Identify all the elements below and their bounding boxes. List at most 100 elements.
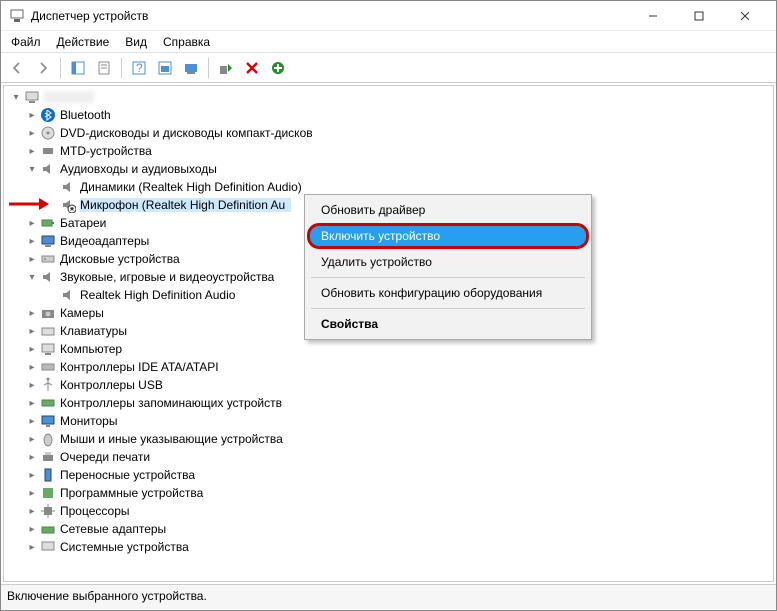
title-bar: Диспетчер устройств — [1, 1, 776, 31]
expand-icon[interactable]: ▸ — [26, 325, 38, 337]
annotation-arrow-icon — [7, 196, 51, 212]
expand-icon[interactable]: ▸ — [26, 487, 38, 499]
ide-icon — [40, 359, 56, 375]
toolbar: ? — [1, 53, 776, 83]
tree-item-bluetooth[interactable]: ▸Bluetooth — [4, 106, 773, 124]
uninstall-button[interactable] — [240, 56, 264, 80]
maximize-button[interactable] — [676, 1, 722, 31]
system-device-icon — [40, 539, 56, 555]
expand-icon[interactable]: ▸ — [26, 379, 38, 391]
cpu-icon — [40, 503, 56, 519]
expand-icon[interactable]: ▸ — [26, 307, 38, 319]
dvd-icon — [40, 125, 56, 141]
mouse-icon — [40, 431, 56, 447]
collapse-icon[interactable]: ▾ — [26, 271, 38, 283]
battery-icon — [40, 215, 56, 231]
printer-icon — [40, 449, 56, 465]
tree-item-sys[interactable]: ▸Системные устройства — [4, 538, 773, 556]
network-icon — [40, 521, 56, 537]
forward-button[interactable] — [31, 56, 55, 80]
expand-icon[interactable]: ▸ — [26, 415, 38, 427]
display-adapter-icon — [40, 233, 56, 249]
expand-icon[interactable]: ▸ — [26, 469, 38, 481]
software-device-icon — [40, 485, 56, 501]
expand-icon[interactable]: ▸ — [26, 253, 38, 265]
tree-item-usb[interactable]: ▸Контроллеры USB — [4, 376, 773, 394]
device-manager-icon — [9, 8, 25, 24]
update-driver-button[interactable] — [179, 56, 203, 80]
status-text: Включение выбранного устройства. — [7, 589, 207, 603]
svg-text:?: ? — [136, 61, 143, 75]
ctx-separator — [311, 277, 585, 278]
computer-icon — [24, 89, 40, 105]
audio-icon — [40, 161, 56, 177]
expand-icon[interactable]: ▸ — [26, 433, 38, 445]
portable-icon — [40, 467, 56, 483]
root-label — [44, 91, 94, 103]
computer-icon — [40, 341, 56, 357]
expand-icon[interactable]: ▸ — [26, 361, 38, 373]
ctx-enable-device[interactable]: Включить устройство — [307, 223, 589, 249]
sound-icon — [40, 269, 56, 285]
tree-item-monitor[interactable]: ▸Мониторы — [4, 412, 773, 430]
ctx-update-driver[interactable]: Обновить драйвер — [307, 197, 589, 223]
expand-icon[interactable]: ▸ — [26, 397, 38, 409]
collapse-icon[interactable]: ▾ — [26, 163, 38, 175]
menu-help[interactable]: Справка — [155, 33, 218, 51]
expand-icon[interactable]: ▸ — [26, 109, 38, 121]
root-node[interactable]: ▾ — [4, 88, 773, 106]
expand-icon[interactable]: ▸ — [26, 217, 38, 229]
refresh-button[interactable] — [266, 56, 290, 80]
keyboard-icon — [40, 323, 56, 339]
expand-icon[interactable]: ▸ — [26, 343, 38, 355]
help-button[interactable]: ? — [127, 56, 151, 80]
tree-item-net[interactable]: ▸Сетевые адаптеры — [4, 520, 773, 538]
expand-icon[interactable]: ▸ — [26, 505, 38, 517]
tree-item-mouse[interactable]: ▸Мыши и иные указывающие устройства — [4, 430, 773, 448]
sound-icon — [60, 287, 76, 303]
mtd-icon — [40, 143, 56, 159]
tree-item-dvd[interactable]: ▸DVD-дисководы и дисководы компакт-диско… — [4, 124, 773, 142]
ctx-remove-device[interactable]: Удалить устройство — [307, 249, 589, 275]
close-button[interactable] — [722, 1, 768, 31]
back-button[interactable] — [5, 56, 29, 80]
expand-icon[interactable]: ▸ — [26, 523, 38, 535]
usb-icon — [40, 377, 56, 393]
menu-bar: Файл Действие Вид Справка — [1, 31, 776, 53]
microphone-disabled-icon — [60, 197, 76, 213]
window-title: Диспетчер устройств — [31, 9, 630, 23]
camera-icon — [40, 305, 56, 321]
tree-item-storage[interactable]: ▸Контроллеры запоминающих устройств — [4, 394, 773, 412]
tree-item-computer[interactable]: ▸Компьютер — [4, 340, 773, 358]
expand-icon[interactable]: ▸ — [26, 127, 38, 139]
expand-icon[interactable]: ▸ — [26, 235, 38, 247]
speaker-icon — [60, 179, 76, 195]
context-menu: Обновить драйвер Включить устройство Уда… — [304, 194, 592, 340]
enable-device-button[interactable] — [214, 56, 238, 80]
minimize-button[interactable] — [630, 1, 676, 31]
tree-item-cpu[interactable]: ▸Процессоры — [4, 502, 773, 520]
bluetooth-icon — [40, 107, 56, 123]
tree-item-mtd[interactable]: ▸MTD-устройства — [4, 142, 773, 160]
expand-icon[interactable]: ▸ — [26, 541, 38, 553]
storage-controller-icon — [40, 395, 56, 411]
ctx-separator — [311, 308, 585, 309]
expand-icon[interactable]: ▸ — [26, 145, 38, 157]
expand-icon[interactable]: ▸ — [26, 451, 38, 463]
disk-icon — [40, 251, 56, 267]
properties-button[interactable] — [92, 56, 116, 80]
tree-item-printq[interactable]: ▸Очереди печати — [4, 448, 773, 466]
tree-item-software[interactable]: ▸Программные устройства — [4, 484, 773, 502]
ctx-scan-hardware[interactable]: Обновить конфигурацию оборудования — [307, 280, 589, 306]
menu-file[interactable]: Файл — [3, 33, 49, 51]
menu-view[interactable]: Вид — [117, 33, 155, 51]
status-bar: Включение выбранного устройства. — [1, 584, 776, 610]
tree-item-audio[interactable]: ▾Аудиовходы и аудиовыходы — [4, 160, 773, 178]
tree-item-portable[interactable]: ▸Переносные устройства — [4, 466, 773, 484]
ctx-properties[interactable]: Свойства — [307, 311, 589, 337]
tree-item-ide[interactable]: ▸Контроллеры IDE ATA/ATAPI — [4, 358, 773, 376]
show-hide-console-button[interactable] — [66, 56, 90, 80]
collapse-icon[interactable]: ▾ — [10, 91, 22, 103]
menu-action[interactable]: Действие — [49, 33, 118, 51]
scan-hardware-button[interactable] — [153, 56, 177, 80]
